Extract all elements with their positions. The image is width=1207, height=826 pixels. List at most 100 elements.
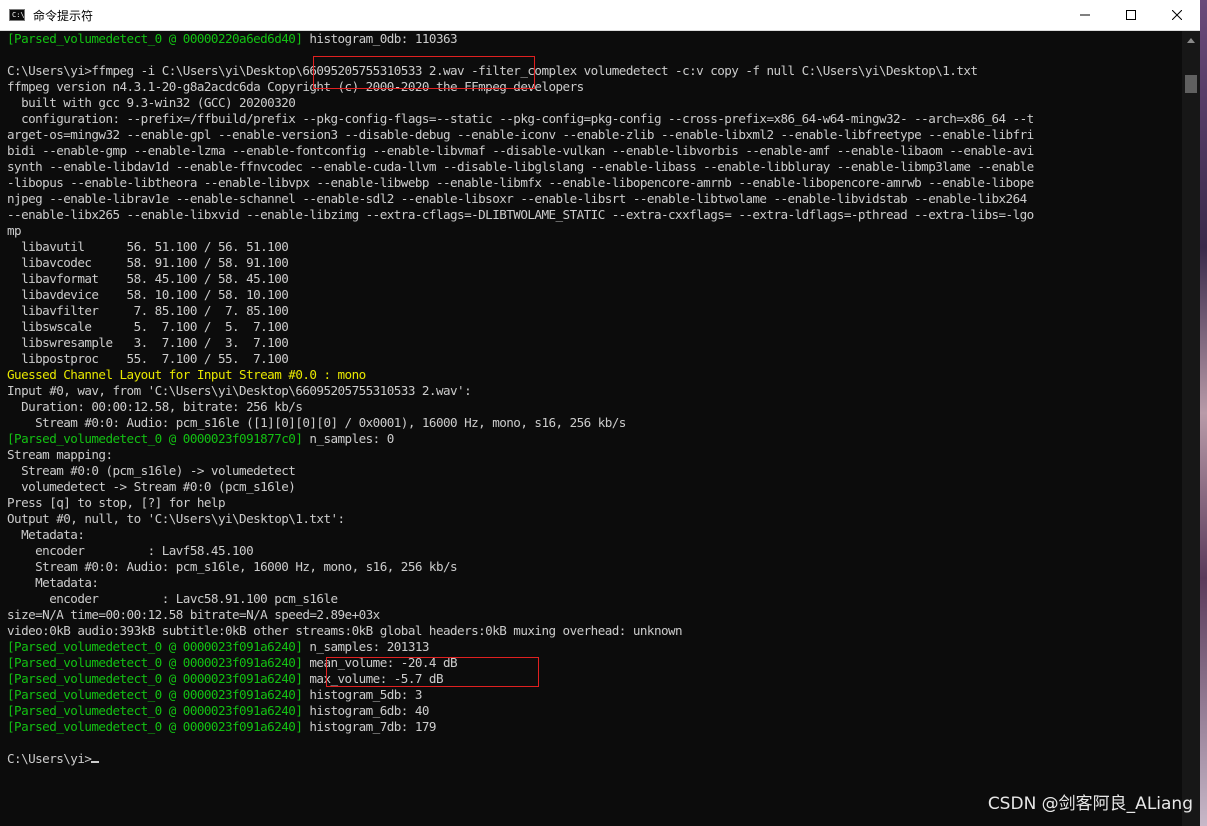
console-text: [Parsed_volumedetect_0 @ 0000023f091a624… [7,655,303,670]
scroll-up-button[interactable] [1182,31,1200,49]
console-text: size=N/A time=00:00:12.58 bitrate=N/A sp… [7,607,380,622]
minimize-button[interactable] [1062,0,1108,31]
vertical-scrollbar[interactable] [1182,31,1200,826]
console-line: libavfilter 7. 85.100 / 7. 85.100 [7,303,1181,319]
maximize-button[interactable] [1108,0,1154,31]
console-text: [Parsed_volumedetect_0 @ 0000023f091a624… [7,719,303,734]
console-text: configuration: --prefix=/ffbuild/prefix … [7,111,1034,126]
console-text: Input #0, wav, from 'C:\Users\yi\Desktop… [7,383,472,398]
console-line: Metadata: [7,527,1181,543]
console-text: built with gcc 9.3-win32 (GCC) 20200320 [7,95,296,110]
console-line: ffmpeg version n4.3.1-20-g8a2acdc6da Cop… [7,79,1181,95]
console-text: Stream #0:0: Audio: pcm_s16le, 16000 Hz,… [7,559,458,574]
console-text: histogram_7db: 179 [302,719,436,734]
console-text: mean_volume: -20.4 dB [302,655,458,670]
console-line: Press [q] to stop, [?] for help [7,495,1181,511]
console-line: [Parsed_volumedetect_0 @ 0000023f091a624… [7,687,1181,703]
console-text: libswscale 5. 7.100 / 5. 7.100 [7,319,289,334]
console-text: [Parsed_volumedetect_0 @ 0000023f091877c… [7,431,303,446]
console-text: histogram_0db: 110363 [302,31,458,46]
console-text: [Parsed_volumedetect_0 @ 0000023f091a624… [7,687,303,702]
console-text: C:\Users\yi> [7,751,92,766]
console-line: --enable-libx265 --enable-libxvid --enab… [7,207,1181,223]
minimize-icon [1080,14,1090,16]
console-line: Duration: 00:00:12.58, bitrate: 256 kb/s [7,399,1181,415]
console-line: arget-os=mingw32 --enable-gpl --enable-v… [7,127,1181,143]
console-text: histogram_6db: 40 [302,703,429,718]
console-line: Input #0, wav, from 'C:\Users\yi\Desktop… [7,383,1181,399]
console-text: C:\Users\yi>ffmpeg -i C:\Users\yi\Deskto… [7,63,978,78]
console-line: Output #0, null, to 'C:\Users\yi\Desktop… [7,511,1181,527]
console-line: Stream #0:0 (pcm_s16le) -> volumedetect [7,463,1181,479]
console-text: Press [q] to stop, [?] for help [7,495,226,510]
window-title: 命令提示符 [33,8,94,23]
console-text: libswresample 3. 7.100 / 3. 7.100 [7,335,289,350]
console-line: libavformat 58. 45.100 / 58. 45.100 [7,271,1181,287]
console-line: njpeg --enable-librav1e --enable-schanne… [7,191,1181,207]
console-text: Metadata: [7,527,85,542]
desktop-background-strip [1200,0,1207,826]
console-line: [Parsed_volumedetect_0 @ 0000023f091a624… [7,655,1181,671]
console-line: libswresample 3. 7.100 / 3. 7.100 [7,335,1181,351]
console-line: configuration: --prefix=/ffbuild/prefix … [7,111,1181,127]
console-text: arget-os=mingw32 --enable-gpl --enable-v… [7,127,1034,142]
console-text: Stream mapping: [7,447,113,462]
console-text: libavdevice 58. 10.100 / 58. 10.100 [7,287,289,302]
console-line: Stream #0:0: Audio: pcm_s16le ([1][0][0]… [7,415,1181,431]
console-line: bidi --enable-gmp --enable-lzma --enable… [7,143,1181,159]
console-text: Stream #0:0 (pcm_s16le) -> volumedetect [7,463,296,478]
console-line: libavdevice 58. 10.100 / 58. 10.100 [7,287,1181,303]
console-line: C:\Users\yi>ffmpeg -i C:\Users\yi\Deskto… [7,63,1181,79]
console-text: [Parsed_volumedetect_0 @ 0000023f091a624… [7,671,303,686]
console-text: --enable-libx265 --enable-libxvid --enab… [7,207,1034,222]
console-text: [Parsed_volumedetect_0 @ 0000023f091a624… [7,703,303,718]
console-line: synth --enable-libdav1d --enable-ffnvcod… [7,159,1181,175]
console-line: encoder : Lavc58.91.100 pcm_s16le [7,591,1181,607]
console-output[interactable]: [Parsed_volumedetect_0 @ 00000220a6ed6d4… [7,31,1181,826]
chevron-up-icon [1187,37,1195,43]
console-line: built with gcc 9.3-win32 (GCC) 20200320 [7,95,1181,111]
console-line: libpostproc 55. 7.100 / 55. 7.100 [7,351,1181,367]
console-line: [Parsed_volumedetect_0 @ 0000023f091a624… [7,639,1181,655]
console-line: [Parsed_volumedetect_0 @ 0000023f091a624… [7,703,1181,719]
console-text: volumedetect -> Stream #0:0 (pcm_s16le) [7,479,296,494]
console-line: encoder : Lavf58.45.100 [7,543,1181,559]
console-line: [Parsed_volumedetect_0 @ 0000023f091a624… [7,671,1181,687]
console-text: video:0kB audio:393kB subtitle:0kB other… [7,623,683,638]
console-text: Metadata: [7,575,99,590]
console-line: Guessed Channel Layout for Input Stream … [7,367,1181,383]
close-button[interactable] [1154,0,1200,31]
console-text: Duration: 00:00:12.58, bitrate: 256 kb/s [7,399,303,414]
csdn-watermark: CSDN @剑客阿良_ALiang [987,794,1193,814]
console-text: synth --enable-libdav1d --enable-ffnvcod… [7,159,1034,174]
close-icon [1172,10,1182,20]
console-text: encoder : Lavf58.45.100 [7,543,254,558]
console-line: [Parsed_volumedetect_0 @ 00000220a6ed6d4… [7,31,1181,47]
maximize-icon [1126,10,1136,20]
console-text: -libopus --enable-libtheora --enable-lib… [7,175,1034,190]
console-text: [Parsed_volumedetect_0 @ 00000220a6ed6d4… [7,31,303,46]
console-text: histogram_5db: 3 [302,687,422,702]
console-text: njpeg --enable-librav1e --enable-schanne… [7,191,1027,206]
console-text: max_volume: -5.7 dB [302,671,444,686]
console-line: C:\Users\yi> [7,751,1181,767]
console-text: [Parsed_volumedetect_0 @ 0000023f091a624… [7,639,303,654]
console-text: libpostproc 55. 7.100 / 55. 7.100 [7,351,289,366]
console-line: size=N/A time=00:00:12.58 bitrate=N/A sp… [7,607,1181,623]
console-text: ffmpeg version n4.3.1-20-g8a2acdc6da Cop… [7,79,584,94]
console-line: libavutil 56. 51.100 / 56. 51.100 [7,239,1181,255]
console-line: -libopus --enable-libtheora --enable-lib… [7,175,1181,191]
console-text: libavcodec 58. 91.100 / 58. 91.100 [7,255,289,270]
console-line: Stream mapping: [7,447,1181,463]
console-text: n_samples: 0 [302,431,394,446]
console-text: libavformat 58. 45.100 / 58. 45.100 [7,271,289,286]
scroll-thumb[interactable] [1185,75,1197,93]
console-line: libavcodec 58. 91.100 / 58. 91.100 [7,255,1181,271]
title-bar[interactable]: C:\ 命令提示符 [0,0,1200,31]
cmd-icon: C:\ [9,9,25,21]
console-text: Stream #0:0: Audio: pcm_s16le ([1][0][0]… [7,415,626,430]
console-text: Output #0, null, to 'C:\Users\yi\Desktop… [7,511,345,526]
console-text: Guessed Channel Layout for Input Stream … [7,367,366,382]
console-line: mp [7,223,1181,239]
